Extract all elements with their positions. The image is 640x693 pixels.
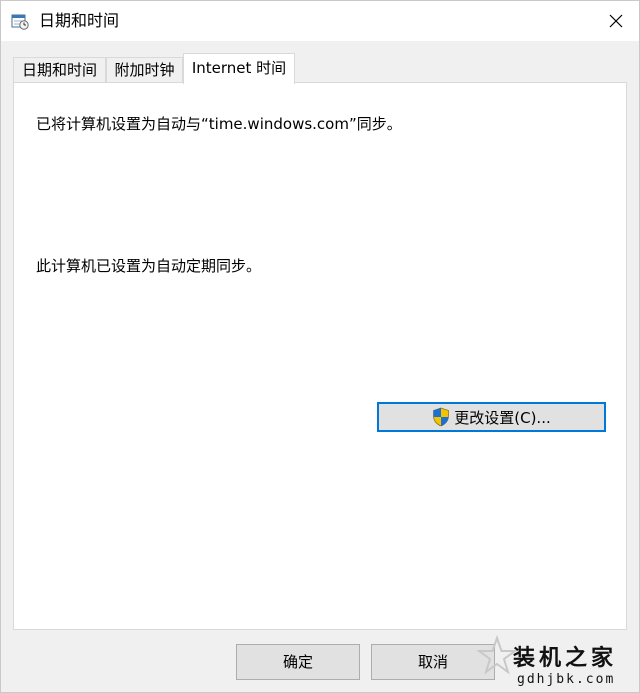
- change-settings-label: 更改设置(C)...: [454, 408, 551, 427]
- watermark: 装机之家 gdhjbk.com: [477, 634, 637, 692]
- close-button[interactable]: [593, 1, 639, 41]
- star-logo-icon: [477, 634, 517, 675]
- calendar-clock-icon: [11, 14, 29, 30]
- watermark-url: gdhjbk.com: [517, 672, 616, 687]
- title-bar[interactable]: 日期和时间: [1, 1, 639, 41]
- change-settings-button[interactable]: 更改设置(C)...: [377, 402, 606, 432]
- uac-shield-icon: [433, 407, 450, 427]
- tab-date-time[interactable]: 日期和时间: [13, 57, 106, 82]
- watermark-name: 装机之家: [513, 645, 618, 671]
- schedule-status-text: 此计算机已设置为自动定期同步。: [36, 257, 262, 275]
- window-title: 日期和时间: [39, 11, 120, 30]
- ok-button[interactable]: 确定: [236, 644, 360, 680]
- sync-status-text: 已将计算机设置为自动与“time.windows.com”同步。: [36, 115, 402, 133]
- tab-additional-clocks[interactable]: 附加时钟: [106, 57, 183, 82]
- date-time-dialog: 日期和时间 日期和时间 附加时钟 Internet 时间 已将计算机设置为自动与…: [0, 0, 640, 693]
- internet-time-panel: 已将计算机设置为自动与“time.windows.com”同步。 此计算机已设置…: [13, 82, 627, 630]
- tab-internet-time[interactable]: Internet 时间: [183, 53, 295, 84]
- close-icon: [609, 14, 623, 28]
